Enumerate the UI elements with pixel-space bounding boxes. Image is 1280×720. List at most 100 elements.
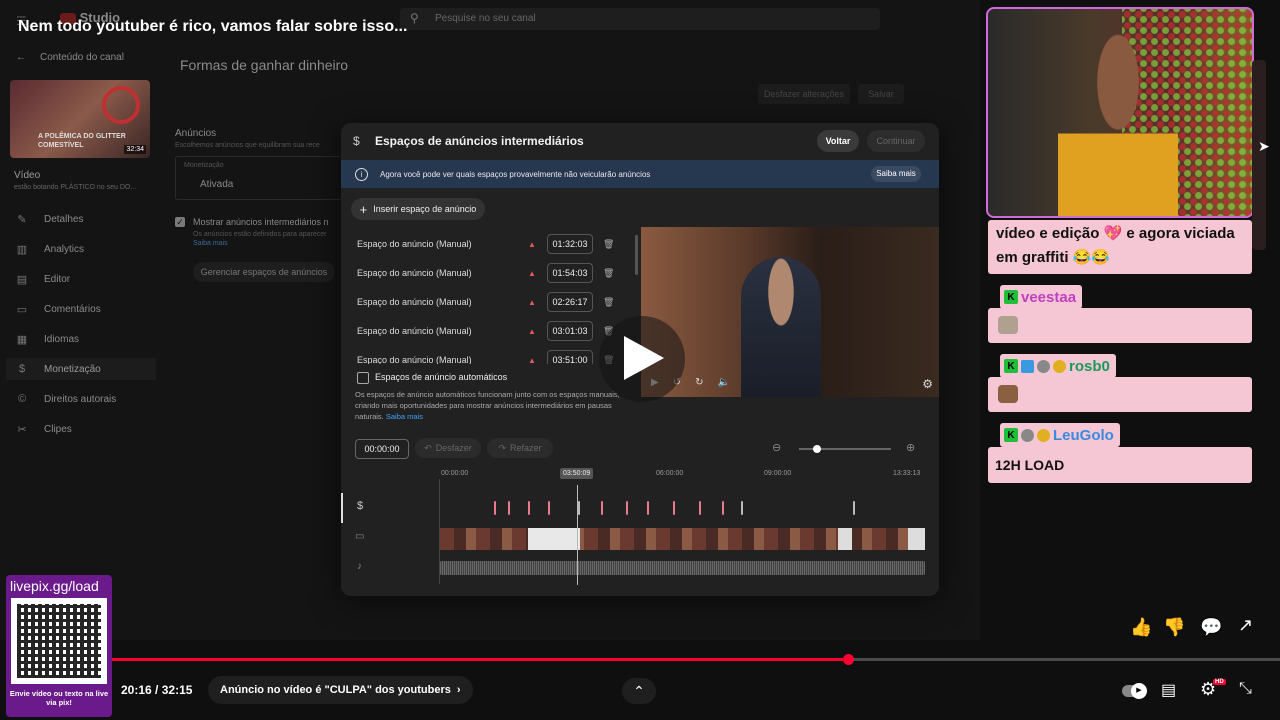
save-button[interactable]: Salvar (858, 84, 904, 104)
ad-marker[interactable] (578, 501, 580, 515)
sidebar-item-idiomas[interactable]: ▦ Idiomas (16, 328, 79, 350)
trash-icon[interactable]: 🗑 (603, 239, 614, 250)
search-icon: ⚲ (410, 11, 419, 25)
ad-marker[interactable] (647, 501, 649, 515)
auto-label: Espaços de anúncio automáticos (375, 372, 508, 382)
timecode-box[interactable]: 00:00:00 (355, 439, 409, 459)
sidebar-item-detalhes[interactable]: ✎ Detalhes (16, 208, 83, 230)
ad-slot-label: Espaço do anúncio (Manual) (357, 268, 472, 278)
ad-marker[interactable] (699, 501, 701, 515)
qr-code-icon (11, 598, 107, 684)
ad-slot-row[interactable]: Espaço do anúncio (Manual) ▲ 01:32:03 🗑 (357, 233, 625, 255)
sidebar-item-monetiza-o[interactable]: $ Monetização (6, 358, 156, 380)
ad-slot-row[interactable]: Espaço do anúncio (Manual)▲03:51:00🗑 (357, 349, 625, 364)
continue-button[interactable]: Continuar (867, 130, 925, 152)
sidebar-item-direitos-autorais[interactable]: © Direitos autorais (16, 388, 116, 410)
progress-bar[interactable] (112, 654, 1280, 665)
subtitles-icon[interactable]: ▤ (1161, 680, 1176, 700)
ad-marker[interactable] (722, 501, 724, 515)
audio-waveform[interactable] (440, 561, 925, 575)
progress-fill (112, 658, 848, 661)
comments-icon[interactable]: 💬 (1200, 617, 1222, 638)
ad-marker[interactable] (601, 501, 603, 515)
donate-panel: livepix.gg/load Envie vídeo ou texto na … (6, 575, 112, 717)
trash-icon[interactable]: 🗑 (603, 268, 614, 279)
like-icon[interactable]: 👍 (1130, 617, 1152, 638)
share-icon[interactable]: ↗ (1238, 615, 1253, 636)
volume-icon[interactable]: 🔈 (717, 377, 729, 388)
ads-heading: Anúncios (175, 128, 217, 139)
ad-slot-time[interactable]: 03:01:03 (547, 321, 593, 341)
forward-icon[interactable]: ↻ (695, 377, 703, 388)
sidebar-item-editor[interactable]: ▤ Editor (16, 268, 70, 290)
back-link[interactable]: ← Conteúdo do canal (16, 52, 124, 63)
arrow-left-icon: ← (16, 52, 26, 63)
ad-slot-time[interactable]: 01:54:03 (547, 263, 593, 283)
zoom-thumb[interactable] (813, 445, 822, 453)
manage-slots-button[interactable]: Gerenciar espaços de anúncios (193, 262, 335, 282)
side-scroll-handle[interactable] (1252, 60, 1266, 250)
ad-slot-row[interactable]: Espaço do anúncio (Manual) ▲ 02:26:17 🗑 (357, 291, 625, 313)
ad-slot-row[interactable]: Espaço do anúncio (Manual)▲03:01:03🗑 (357, 320, 625, 342)
redo-button[interactable]: ↷ Refazer (487, 438, 553, 458)
video-filmstrip[interactable] (440, 528, 925, 550)
auto-desc: Os espaços de anúncio automáticos funcio… (355, 390, 620, 421)
studio-search[interactable]: ⚲ Pesquise no seu canal (400, 8, 880, 30)
webcam-frame (986, 7, 1254, 218)
ad-marker[interactable] (853, 501, 855, 515)
ad-slot-time[interactable]: 03:51:00 (547, 350, 593, 364)
video-preview[interactable]: ▶↺↻🔈 ⚙ (641, 227, 939, 397)
undo-button[interactable]: ↶ Desfazer (415, 438, 481, 458)
learn-more-link[interactable]: Saiba mais (193, 240, 228, 247)
info-learn-more[interactable]: Saiba mais (871, 166, 921, 182)
discard-button[interactable]: Desfazer alterações (758, 84, 850, 104)
monetization-select[interactable]: Monetização Ativada (175, 156, 347, 200)
monetization-label: Monetização (184, 162, 224, 169)
zoom-slider[interactable] (799, 445, 891, 453)
insert-ad-slot-button[interactable]: + Inserir espaço de anúncio (351, 198, 485, 220)
midroll-checkbox[interactable]: ✓ (175, 217, 185, 227)
video-thumbnail[interactable]: A POLÊMICA DO GLITTER COMESTÍVEL 32:34 (10, 80, 150, 158)
preview-settings-icon[interactable]: ⚙ (922, 377, 933, 391)
dislike-icon[interactable]: 👎 (1163, 617, 1185, 638)
ad-marker[interactable] (508, 501, 510, 515)
trash-icon[interactable]: 🗑 (603, 297, 614, 308)
badge-cube-icon (1021, 359, 1034, 373)
sidebar-item-coment-rios[interactable]: ▭ Comentários (16, 298, 101, 320)
sidebar-item-label: Editor (44, 273, 71, 285)
auto-checkbox[interactable] (357, 372, 369, 384)
ad-slot-row[interactable]: Espaço do anúncio (Manual) ▲ 01:54:03 🗑 (357, 262, 625, 284)
time-display: 20:16 / 32:15 (121, 683, 193, 697)
zoom-in-icon[interactable]: ⊕ (906, 441, 915, 454)
ad-marker[interactable] (548, 501, 550, 515)
ad-markers-track[interactable] (341, 501, 939, 515)
warning-icon: ▲ (528, 239, 536, 249)
ad-marker[interactable] (494, 501, 496, 515)
pencil-icon: ✎ (17, 213, 27, 226)
ad-marker[interactable] (741, 501, 743, 515)
back-button[interactable]: Voltar (817, 130, 859, 152)
ad-slot-time[interactable]: 02:26:17 (547, 292, 593, 312)
chapter-button[interactable]: Anúncio no vídeo é "CULPA" dos youtubers… (208, 676, 473, 704)
ad-marker[interactable] (673, 501, 675, 515)
playhead[interactable] (577, 485, 578, 585)
ruler-tick: 13:33:13 (893, 470, 921, 477)
warning-icon: ▲ (528, 268, 536, 278)
sidebar-item-clipes[interactable]: ✂ Clipes (16, 418, 71, 440)
languages-icon: ▦ (16, 333, 28, 346)
zoom-out-icon[interactable]: ⊖ (772, 441, 781, 454)
autoplay-toggle[interactable]: ▶ (1122, 683, 1147, 699)
exit-fullscreen-icon[interactable]: ⤡ (1239, 680, 1252, 698)
big-play-button[interactable] (599, 316, 685, 402)
sidebar-item-analytics[interactable]: ▥ Analytics (16, 238, 84, 260)
progress-thumb[interactable] (842, 654, 854, 665)
sidebar-item-label: Comentários (44, 303, 101, 315)
streamer (1058, 29, 1178, 216)
auto-learn-more[interactable]: Saiba mais (386, 412, 423, 421)
ad-marker[interactable] (528, 501, 530, 515)
ad-marker[interactable] (626, 501, 628, 515)
expand-chevron-up[interactable]: ⌃ (622, 678, 656, 704)
ad-slot-time[interactable]: 01:32:03 (547, 234, 593, 254)
list-scrollbar[interactable] (635, 235, 638, 275)
ad-breaks-dialog: $ Espaços de anúncios intermediários Vol… (341, 123, 939, 596)
